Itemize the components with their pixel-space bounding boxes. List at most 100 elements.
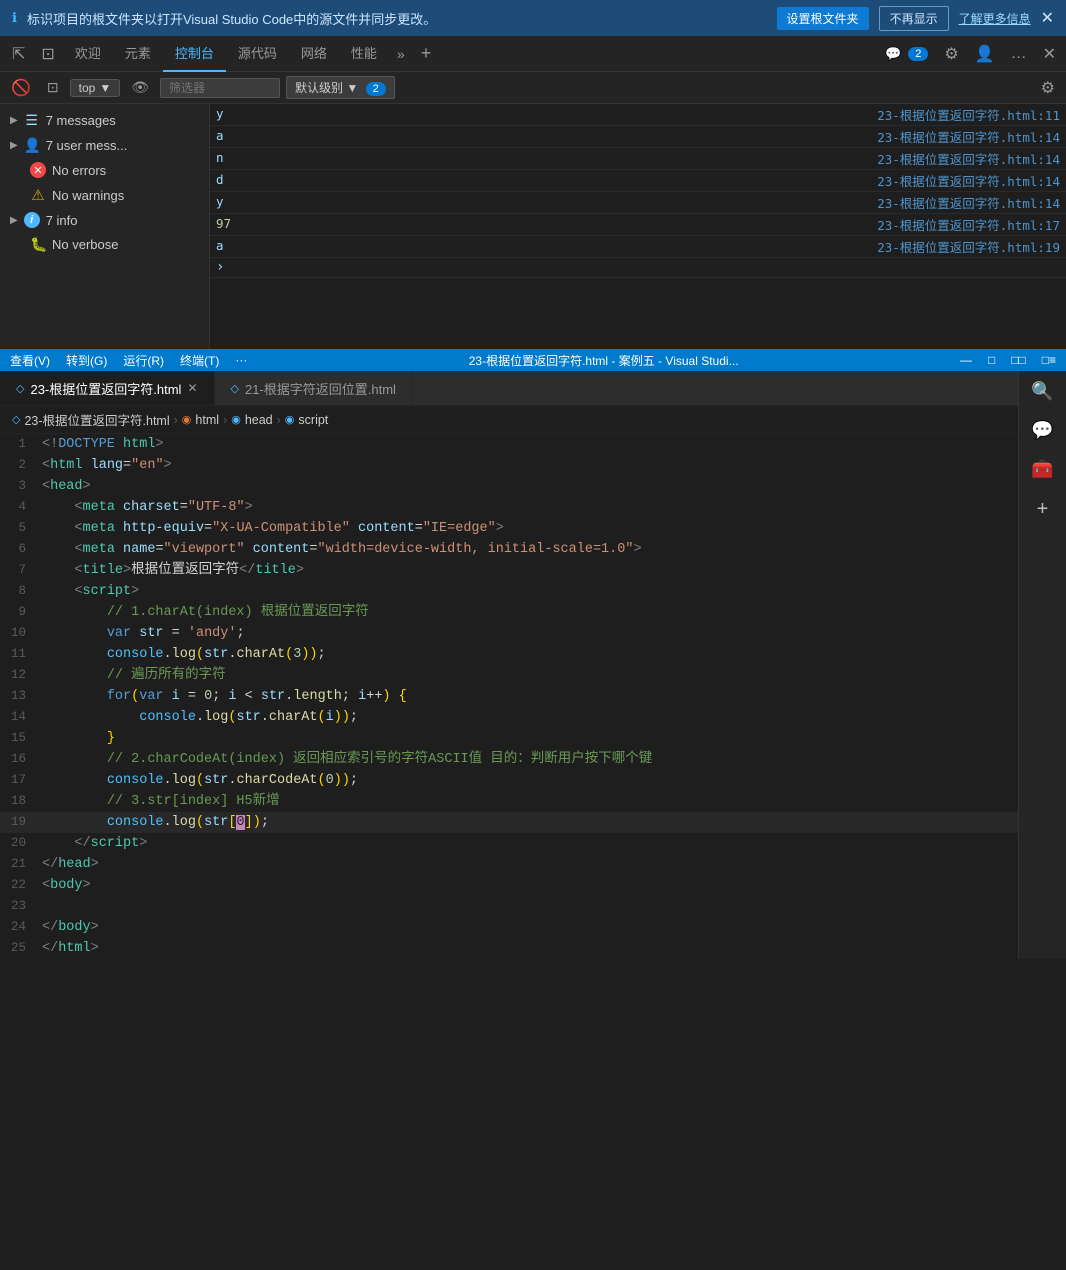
tab-network[interactable]: 网络 bbox=[289, 36, 339, 72]
line-content[interactable]: <head> bbox=[42, 476, 1018, 497]
profile-button[interactable]: 👤 bbox=[969, 40, 1001, 68]
console-row: a 23-根据位置返回字符.html:19 bbox=[210, 236, 1066, 258]
console-value: d bbox=[216, 171, 877, 188]
line-content[interactable]: </head> bbox=[42, 854, 1018, 875]
line-content[interactable]: <title>根据位置返回字符</title> bbox=[42, 560, 1018, 581]
menu-run[interactable]: 运行(R) bbox=[123, 352, 164, 369]
menu-terminal[interactable]: 终端(T) bbox=[180, 352, 219, 369]
file-link[interactable]: 23-根据位置返回字符.html:14 bbox=[877, 171, 1060, 190]
tab-source[interactable]: 源代码 bbox=[226, 36, 289, 72]
line-content[interactable]: } bbox=[42, 728, 1018, 749]
sidebar-item-verbose[interactable]: 🐛 No verbose bbox=[0, 232, 209, 257]
file-link[interactable]: 23-根据位置返回字符.html:14 bbox=[877, 127, 1060, 146]
more-tabs-icon[interactable]: » bbox=[389, 46, 413, 62]
window-title: 23-根据位置返回字符.html - 案例五 - Visual Studi... bbox=[263, 352, 944, 369]
tab-21[interactable]: ◇ 21-根据字符返回位置.html bbox=[215, 371, 413, 406]
line-content[interactable]: <body> bbox=[42, 875, 1018, 896]
eye-filter-button[interactable]: 👁 bbox=[126, 76, 154, 99]
breadcrumb-script[interactable]: script bbox=[298, 413, 328, 427]
tab-console[interactable]: 控制台 bbox=[163, 36, 226, 72]
line-number: 13 bbox=[0, 686, 42, 707]
settings-button[interactable]: ⚙ bbox=[938, 40, 964, 68]
sidebar-item-errors[interactable]: ✕ No errors bbox=[0, 158, 209, 182]
breadcrumb-file[interactable]: 23-根据位置返回字符.html bbox=[24, 410, 169, 429]
win-restore[interactable]: □ bbox=[988, 353, 995, 367]
dock-icon[interactable]: ⇱ bbox=[4, 44, 33, 64]
error-icon: ✕ bbox=[30, 162, 46, 178]
console-toolbar: 🚫 ⊡ top ▼ 👁 默认级别 ▼ 2 ⚙ bbox=[0, 72, 1066, 104]
win-maximize2[interactable]: □□ bbox=[1011, 353, 1026, 367]
dont-show-button[interactable]: 不再显示 bbox=[879, 6, 949, 31]
menu-view[interactable]: 查看(V) bbox=[10, 352, 50, 369]
close-devtools-button[interactable]: ✕ bbox=[1037, 40, 1062, 68]
learn-more-link[interactable]: 了解更多信息 bbox=[959, 10, 1031, 27]
filter-toggle-button[interactable]: ⊡ bbox=[42, 76, 64, 99]
line-content[interactable]: console.log(str.charCodeAt(0)); bbox=[42, 770, 1018, 791]
line-number: 12 bbox=[0, 665, 42, 686]
menu-more[interactable]: ··· bbox=[235, 353, 247, 367]
win-minimize[interactable]: — bbox=[960, 353, 972, 367]
line-content[interactable]: <meta name="viewport" content="width=dev… bbox=[42, 539, 1018, 560]
console-filter-input[interactable] bbox=[160, 78, 280, 98]
line-content[interactable]: </script> bbox=[42, 833, 1018, 854]
line-content[interactable]: // 1.charAt(index) 根据位置返回字符 bbox=[42, 602, 1018, 623]
line-content[interactable]: for(var i = 0; i < str.length; i++) { bbox=[42, 686, 1018, 707]
tab-welcome[interactable]: 欢迎 bbox=[63, 36, 113, 72]
file-link[interactable]: 23-根据位置返回字符.html:19 bbox=[877, 237, 1060, 256]
line-content[interactable]: </html> bbox=[42, 938, 1018, 959]
console-settings-button[interactable]: ⚙ bbox=[1036, 75, 1060, 101]
line-content[interactable]: <meta http-equiv="X-UA-Compatible" conte… bbox=[42, 518, 1018, 539]
notif-text: 标识项目的根文件夹以打开Visual Studio Code中的源文件并同步更改… bbox=[27, 9, 767, 28]
tab-performance[interactable]: 性能 bbox=[339, 36, 389, 72]
tab-close-icon[interactable]: ✕ bbox=[187, 381, 197, 395]
sidebar-item-messages[interactable]: ▶ ☰ 7 messages bbox=[0, 108, 209, 133]
line-content[interactable]: </body> bbox=[42, 917, 1018, 938]
console-value: n bbox=[216, 149, 877, 166]
console-expand-row[interactable]: › bbox=[210, 258, 1066, 278]
tools-sidebar-icon[interactable]: 🧰 bbox=[1031, 459, 1053, 480]
tab-23[interactable]: ◇ 23-根据位置返回字符.html ✕ bbox=[0, 371, 215, 406]
chat-button[interactable]: 💬 2 bbox=[879, 42, 934, 66]
menu-goto[interactable]: 转到(G) bbox=[66, 352, 107, 369]
line-content[interactable]: <html lang="en"> bbox=[42, 455, 1018, 476]
line-content[interactable]: <!DOCTYPE html> bbox=[42, 434, 1018, 455]
file-link[interactable]: 23-根据位置返回字符.html:11 bbox=[877, 105, 1060, 124]
log-level-selector[interactable]: 默认级别 ▼ 2 bbox=[286, 76, 395, 99]
expand-icon[interactable]: › bbox=[216, 259, 228, 275]
more-options-button[interactable]: … bbox=[1005, 41, 1033, 67]
code-line-8: 8 <script> bbox=[0, 581, 1018, 602]
file-link[interactable]: 23-根据位置返回字符.html:14 bbox=[877, 149, 1060, 168]
breadcrumb-head[interactable]: head bbox=[245, 413, 273, 427]
line-content[interactable]: var str = 'andy'; bbox=[42, 623, 1018, 644]
add-sidebar-icon[interactable]: + bbox=[1037, 498, 1049, 521]
line-content[interactable]: console.log(str.charAt(3)); bbox=[42, 644, 1018, 665]
breadcrumb-html[interactable]: html bbox=[195, 413, 219, 427]
line-content[interactable]: <meta charset="UTF-8"> bbox=[42, 497, 1018, 518]
file-link[interactable]: 23-根据位置返回字符.html:14 bbox=[877, 193, 1060, 212]
top-context-selector[interactable]: top ▼ bbox=[70, 79, 121, 97]
sidebar-item-warnings[interactable]: ⚠ No warnings bbox=[0, 182, 209, 208]
devices-icon[interactable]: ⊡ bbox=[33, 44, 62, 64]
line-content[interactable]: <script> bbox=[42, 581, 1018, 602]
search-sidebar-icon[interactable]: 🔍 bbox=[1031, 381, 1053, 402]
user-icon: 👤 bbox=[24, 137, 40, 154]
line-content[interactable]: console.log(str.charAt(i)); bbox=[42, 707, 1018, 728]
file-link[interactable]: 23-根据位置返回字符.html:17 bbox=[877, 215, 1060, 234]
notif-close-button[interactable]: ✕ bbox=[1041, 8, 1054, 28]
sidebar-item-info[interactable]: ▶ i 7 info bbox=[0, 208, 209, 232]
tab-file-icon: ◇ bbox=[16, 382, 24, 395]
tab-elements[interactable]: 元素 bbox=[113, 36, 163, 72]
set-root-button[interactable]: 设置根文件夹 bbox=[777, 7, 869, 30]
code-line-21: 21 </head> bbox=[0, 854, 1018, 875]
clear-console-button[interactable]: 🚫 bbox=[6, 75, 36, 101]
chat-sidebar-icon[interactable]: 💬 bbox=[1031, 420, 1053, 441]
add-tab-icon[interactable]: + bbox=[413, 43, 440, 64]
win-menu[interactable]: □≡ bbox=[1042, 353, 1056, 367]
line-content[interactable]: console.log(str[0]); bbox=[42, 812, 1018, 833]
sidebar-item-user-messages[interactable]: ▶ 👤 7 user mess... bbox=[0, 133, 209, 158]
line-content[interactable]: // 3.str[index] H5新增 bbox=[42, 791, 1018, 812]
line-content[interactable]: // 遍历所有的字符 bbox=[42, 665, 1018, 686]
line-content[interactable]: // 2.charCodeAt(index) 返回相应索引号的字符ASCII值 … bbox=[42, 749, 1018, 770]
breadcrumb-sep: › bbox=[277, 413, 281, 427]
line-number: 14 bbox=[0, 707, 42, 728]
